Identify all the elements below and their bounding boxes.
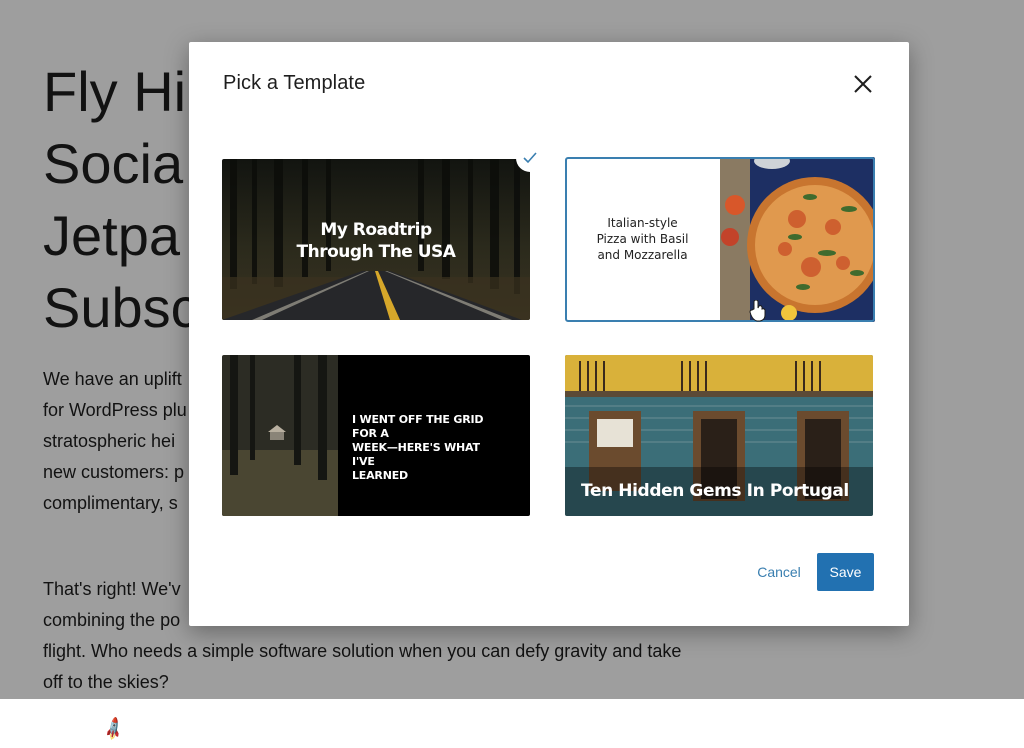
template-portugal[interactable]: Ten Hidden Gems In Portugal [565, 355, 873, 516]
template-title-line: Pizza with Basil [596, 232, 689, 246]
template-title-line: Italian-style [607, 216, 678, 230]
hand-cursor-icon [749, 299, 767, 327]
template-roadtrip[interactable]: My Roadtrip Through The USA [222, 159, 530, 320]
template-title-line: Through The USA [296, 242, 456, 262]
template-title: Ten Hidden Gems In Portugal [581, 481, 849, 501]
check-icon [523, 152, 537, 164]
selected-check-badge [516, 144, 544, 172]
pick-template-modal: Pick a Template My Roadtrip Through The … [189, 42, 909, 626]
template-pizza[interactable]: Italian-style Pizza with Basil and Mozza… [565, 157, 875, 322]
cancel-button[interactable]: Cancel [745, 553, 813, 591]
save-button[interactable]: Save [817, 553, 874, 591]
template-title: I WENT OFF THE GRID FOR A WEEK—HERE'S WH… [352, 413, 502, 483]
template-title: Italian-style Pizza with Basil and Mozza… [565, 215, 720, 263]
modal-title: Pick a Template [223, 72, 366, 94]
template-title-line: and Mozzarella [597, 248, 688, 262]
template-title-line: LEARNED [352, 469, 408, 482]
template-title-line: WEEK—HERE'S WHAT I'VE [352, 441, 480, 468]
close-icon [854, 75, 872, 93]
template-title-line: I WENT OFF THE GRID FOR A [352, 413, 484, 440]
template-off-the-grid[interactable]: I WENT OFF THE GRID FOR A WEEK—HERE'S WH… [222, 355, 530, 516]
template-title-line: My Roadtrip [320, 220, 432, 240]
template-title: My Roadtrip Through The USA [222, 219, 530, 263]
close-button[interactable] [849, 70, 877, 98]
